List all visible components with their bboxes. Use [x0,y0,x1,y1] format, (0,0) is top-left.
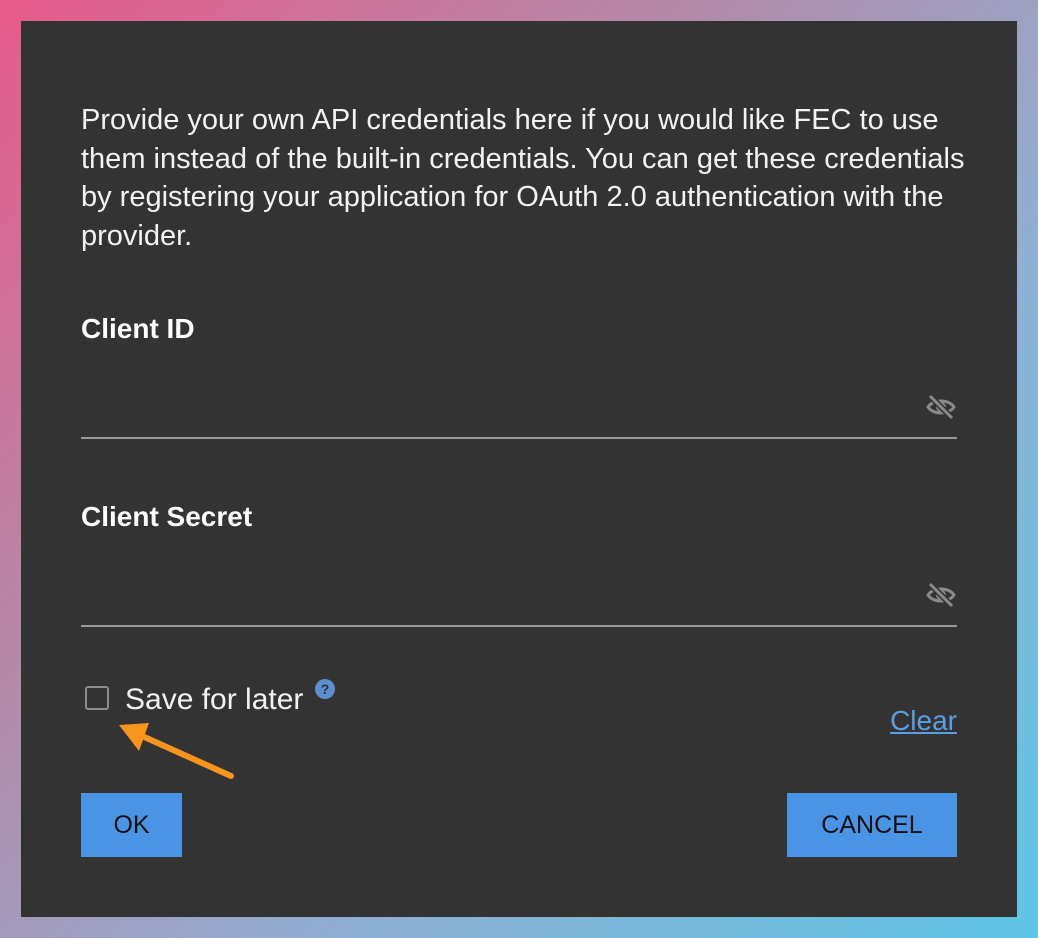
eye-slash-icon[interactable] [925,579,957,611]
save-for-later-label[interactable]: Save for later [125,683,303,717]
save-for-later-checkbox[interactable] [85,686,109,710]
client-secret-underline [81,625,957,627]
question-circle-icon[interactable]: ? [315,679,335,699]
client-secret-input[interactable] [81,574,915,616]
clear-link[interactable]: Clear [890,705,957,737]
ok-button[interactable]: OK [81,793,182,857]
eye-slash-icon[interactable] [925,391,957,423]
client-id-underline [81,437,957,439]
client-id-input[interactable] [81,386,915,428]
client-secret-label: Client Secret [81,501,253,532]
cancel-button[interactable]: CANCEL [787,793,957,857]
intro-text: Provide your own API credentials here if… [81,104,965,252]
client-id-label: Client ID [81,313,195,344]
credentials-dialog: Provide your own API credentials here if… [21,21,1017,917]
